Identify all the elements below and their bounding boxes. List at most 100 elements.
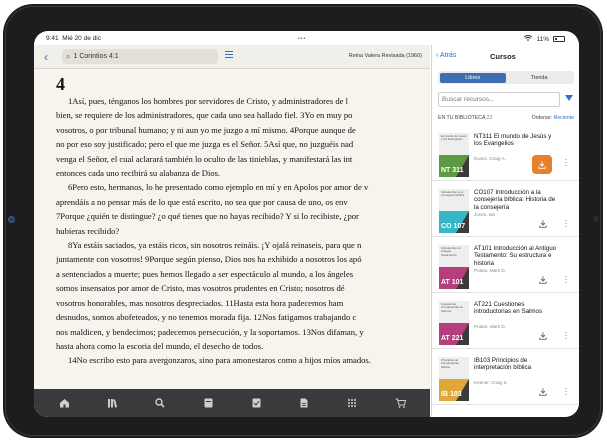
course-author: Putato, Mark D.: [474, 324, 506, 330]
status-time: 9:41 Mié 20 de dic: [46, 35, 101, 42]
list-icon[interactable]: [225, 51, 233, 60]
cover-title: Introducción al Antiguo Testamento: [441, 246, 461, 257]
verse-line[interactable]: aprendáis a no pensar más de lo que está…: [56, 195, 430, 209]
tablet-frame: 9:41 Mié 20 de dic ••• 11% ‹ ⌕ 1 Corinti…: [3, 4, 603, 438]
courses-panel: ‹ Atrás Cursos Libros Tienda Buscar recu…: [431, 45, 579, 417]
reader-toolbar: ‹ ⌕ 1 Corintios 4:1 Reina Valera Revisad…: [34, 45, 430, 69]
verse-line[interactable]: 6Pero esto, hermanos, lo he presentado c…: [56, 180, 430, 194]
cover-title: Principios de interpretación bíblica: [441, 358, 460, 369]
cover-title: Introducción a la consejería bíblica: [441, 190, 465, 198]
back-button[interactable]: ‹ Atrás: [436, 52, 456, 59]
sort-control[interactable]: Ordenar: Reciente: [532, 115, 574, 121]
verse-line[interactable]: entonces cada uno recibirá su alabanza d…: [56, 166, 430, 180]
course-author: Jones, Ian: [474, 212, 496, 218]
course-title: AT221 Cuestiones introductorias en Salmo…: [474, 301, 543, 316]
document-icon[interactable]: [297, 396, 311, 410]
cover-title: El mundo de Jesús y los Evangelios: [441, 134, 467, 142]
reader-pane: ‹ ⌕ 1 Corintios 4:1 Reina Valera Revisad…: [34, 45, 430, 417]
verse-line[interactable]: vosotros honorables, mas nosotros despre…: [56, 296, 430, 310]
library-icon[interactable]: [105, 396, 119, 410]
more-options-icon[interactable]: · · ·: [563, 329, 569, 343]
verse-line[interactable]: 8Ya estáis saciados, ya estáis ricos, si…: [56, 238, 430, 252]
course-item[interactable]: El mundo de Jesús y los Evangelios NT 311…: [432, 125, 579, 181]
cover-code: AT 221: [441, 335, 464, 342]
course-item[interactable]: Introducción a la consejería bíblica CO 1…: [432, 181, 579, 237]
panel-title: Cursos: [490, 52, 516, 61]
tab-libros[interactable]: Libros: [439, 72, 506, 83]
more-options-icon[interactable]: · · ·: [563, 217, 569, 231]
more-options-icon[interactable]: · · ·: [563, 385, 569, 399]
grid-icon[interactable]: [345, 396, 359, 410]
verse-lines: 1Así, pues, ténganos los hombres por ser…: [56, 94, 430, 368]
course-title: IB103 Principios de interpretación bíbli…: [474, 357, 532, 372]
checklist-icon[interactable]: [249, 396, 263, 410]
battery-percent: 11%: [536, 35, 549, 43]
download-icon[interactable]: [537, 330, 549, 342]
panel-header: ‹ Atrás Cursos: [432, 45, 579, 69]
verse-line[interactable]: 7Porque ¿quién te distingue? ¿o qué tien…: [56, 209, 430, 223]
verse-line[interactable]: 1Así, pues, ténganos los hombres por ser…: [56, 94, 430, 108]
verse-line[interactable]: no por eso soy justificado; pero el que …: [56, 137, 430, 151]
notes-icon[interactable]: [201, 396, 215, 410]
verse-line[interactable]: bien, se requiere de los administradores…: [56, 108, 430, 122]
library-count: 23: [486, 115, 493, 121]
verse-line[interactable]: 14No escribo esto para avergonzaros, sin…: [56, 353, 430, 367]
verse-line[interactable]: hasta ahora como la escoria del mundo, e…: [56, 339, 430, 353]
cover-code: AT 101: [441, 279, 464, 286]
verse-line[interactable]: juntamente con vosotros! 9Porque según p…: [56, 252, 430, 266]
more-options-icon[interactable]: · · ·: [563, 156, 569, 170]
download-icon[interactable]: [537, 218, 549, 230]
status-right: 11%: [524, 35, 565, 43]
course-item[interactable]: Introducción al Antiguo Testamento AT 101…: [432, 237, 579, 293]
download-icon[interactable]: [537, 274, 549, 286]
wifi-icon: [524, 35, 533, 43]
download-icon[interactable]: [532, 155, 552, 174]
reference-text: 1 Corintios 4:1: [73, 53, 119, 60]
search-icon[interactable]: [153, 396, 167, 410]
cover-code: IB 103: [441, 391, 462, 398]
tab-tienda[interactable]: Tienda: [506, 73, 573, 83]
course-title: CO107 Introducción a la consejería bíbli…: [474, 189, 556, 211]
cover-title: Cuestiones introductorias en Salmos: [441, 302, 464, 313]
verse-line[interactable]: vosotros, o por tribunal humano; y ni au…: [56, 123, 430, 137]
verse-line[interactable]: somos insensatos por amor de Cristo, mas…: [56, 281, 430, 295]
battery-icon: [553, 36, 565, 42]
course-cover: Principios de interpretación bíblica IB 1…: [439, 357, 469, 401]
home-icon[interactable]: [57, 396, 71, 410]
status-bar: 9:41 Mié 20 de dic ••• 11%: [34, 31, 579, 45]
search-input[interactable]: Buscar recursos...: [438, 92, 560, 107]
search-icon: ⌕: [66, 51, 71, 61]
back-chevron-icon[interactable]: ‹: [44, 50, 48, 64]
course-cover: Introducción al Antiguo Testamento AT 101: [439, 245, 469, 289]
course-list: El mundo de Jesús y los Evangelios NT 311…: [432, 125, 579, 405]
verse-line[interactable]: hubieras recibido?: [56, 224, 430, 238]
course-cover: Introducción a la consejería bíblica CO 1…: [439, 189, 469, 233]
verse-line[interactable]: a sentenciados a muerte; pues hemos lleg…: [56, 267, 430, 281]
multitask-dots[interactable]: •••: [298, 36, 306, 42]
screen: 9:41 Mié 20 de dic ••• 11% ‹ ⌕ 1 Corinti…: [34, 31, 579, 417]
more-options-icon[interactable]: · · ·: [563, 273, 569, 287]
cart-icon[interactable]: [393, 396, 407, 410]
filter-icon[interactable]: [565, 95, 573, 101]
verse-line[interactable]: venga el Señor, el cual aclarará también…: [56, 152, 430, 166]
scripture-text: 4 1Así, pues, ténganos los hombres por s…: [56, 75, 430, 385]
course-author: Keener, Craig S.: [474, 380, 508, 386]
camera: [8, 216, 15, 223]
course-author: Putato, Mark D.: [474, 268, 506, 274]
library-header: EN TU BIBLIOTECA 23 Ordenar: Reciente: [438, 115, 574, 121]
course-author: Evans, Craig A.: [474, 156, 506, 162]
download-icon[interactable]: [537, 386, 549, 398]
reference-box[interactable]: ⌕ 1 Corintios 4:1: [62, 49, 218, 64]
bottom-nav: [34, 389, 430, 417]
course-item[interactable]: Cuestiones introductorias en Salmos AT 22…: [432, 293, 579, 349]
verse-line[interactable]: nos maldicen, y bendecimos; padecemos pe…: [56, 325, 430, 339]
course-title: AT101 Introducción al Antiguo Testamento…: [474, 245, 557, 267]
cover-code: NT 311: [441, 167, 464, 174]
segmented-control: Libros Tienda: [438, 71, 574, 84]
sensor: [593, 216, 599, 222]
course-cover: Cuestiones introductorias en Salmos AT 22…: [439, 301, 469, 345]
chapter-number: 4: [56, 75, 65, 94]
verse-line[interactable]: desnudos, somos abofeteados, y no tenemo…: [56, 310, 430, 324]
course-item[interactable]: Principios de interpretación bíblica IB 1…: [432, 349, 579, 405]
bible-version[interactable]: Reina Valera Revisada (1960): [349, 53, 422, 59]
